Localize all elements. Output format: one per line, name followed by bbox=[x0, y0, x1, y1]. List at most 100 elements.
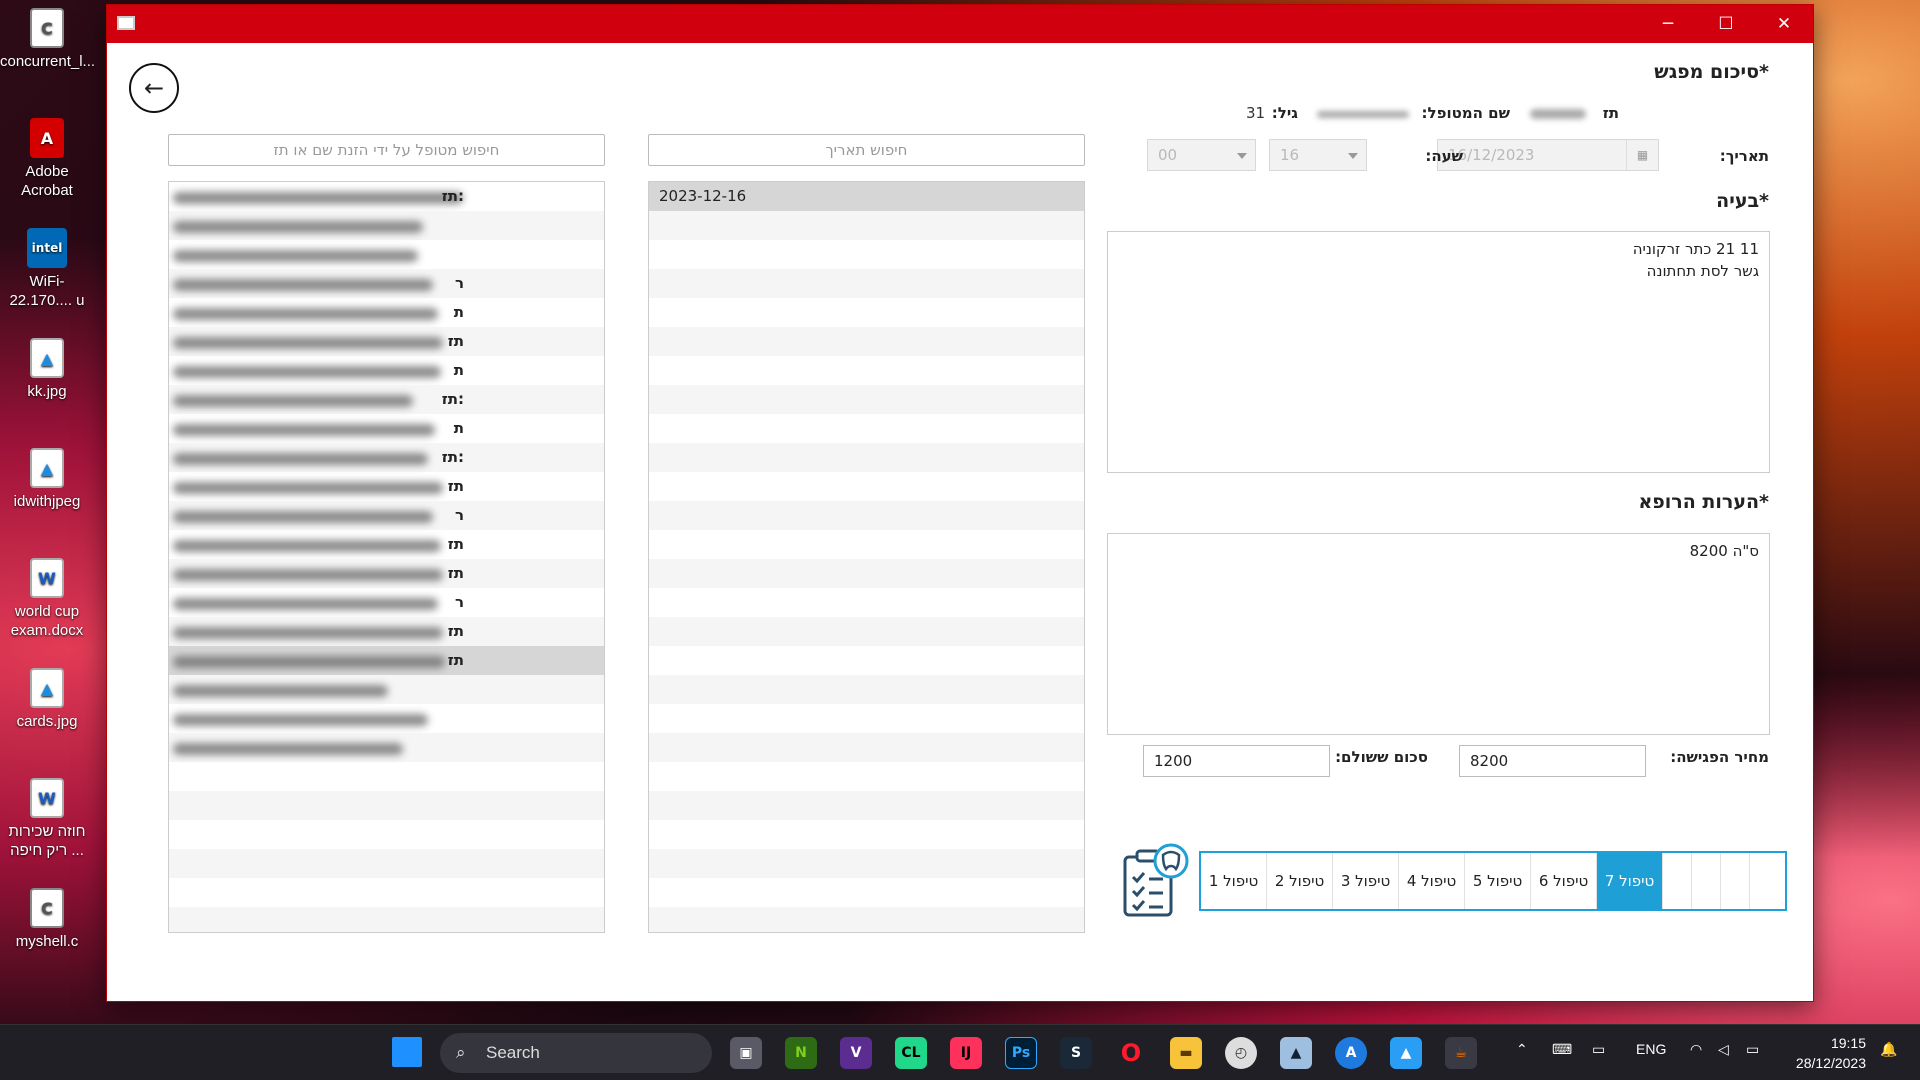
patient-row[interactable]: תז bbox=[169, 530, 604, 559]
tab-empty[interactable] bbox=[1663, 853, 1692, 909]
tab-treatment-7[interactable]: טיפול 7 bbox=[1597, 853, 1663, 909]
visual-studio-icon[interactable]: V bbox=[840, 1037, 872, 1069]
date-row[interactable] bbox=[649, 472, 1084, 501]
date-row[interactable] bbox=[649, 530, 1084, 559]
notification-bell-icon[interactable]: 🔔 bbox=[1880, 1041, 1897, 1058]
patient-search-input[interactable]: חיפוש מטופל על ידי הזנת שם או תז bbox=[168, 134, 605, 166]
date-row[interactable] bbox=[649, 849, 1084, 878]
complaint-textarea[interactable]: 11 21 כתר זרקוניה גשר לסת תחתונה bbox=[1107, 231, 1770, 473]
tab-treatment-4[interactable]: טיפול 4 bbox=[1399, 853, 1465, 909]
date-row[interactable] bbox=[649, 588, 1084, 617]
resource-monitor-icon[interactable]: ▲ bbox=[1280, 1037, 1312, 1069]
desktop-icon-idwithjpeg[interactable]: ▲ idwithjpeg bbox=[0, 448, 94, 511]
meeting-price-input[interactable]: 8200 bbox=[1459, 745, 1646, 777]
photoshop-icon[interactable]: Ps bbox=[1005, 1037, 1037, 1069]
date-list[interactable]: 2023-12-16 bbox=[648, 181, 1085, 933]
patient-row[interactable]: תז bbox=[169, 646, 604, 675]
patient-row[interactable]: ת bbox=[169, 298, 604, 327]
date-row[interactable] bbox=[649, 211, 1084, 240]
patient-row[interactable]: תז: bbox=[169, 443, 604, 472]
date-row[interactable] bbox=[649, 269, 1084, 298]
date-row[interactable] bbox=[649, 820, 1084, 849]
desktop-icon-kk[interactable]: ▲ kk.jpg bbox=[0, 338, 94, 401]
date-picker[interactable]: 16/12/2023 ▦ bbox=[1437, 139, 1659, 171]
date-search-input[interactable]: חיפוש תאריך bbox=[648, 134, 1085, 166]
file-explorer-icon[interactable]: ▬ bbox=[1170, 1037, 1202, 1069]
intellij-icon[interactable]: IJ bbox=[950, 1037, 982, 1069]
patient-row[interactable]: תז bbox=[169, 559, 604, 588]
patient-row[interactable]: תז bbox=[169, 617, 604, 646]
date-row[interactable] bbox=[649, 675, 1084, 704]
taskbar-search[interactable]: ⌕ Search bbox=[440, 1033, 712, 1073]
patient-row[interactable] bbox=[169, 907, 604, 932]
wifi-icon[interactable]: ◠ bbox=[1690, 1041, 1702, 1058]
date-row[interactable] bbox=[649, 762, 1084, 791]
calendar-icon[interactable]: ▦ bbox=[1626, 140, 1658, 170]
taskbar-clock[interactable]: 19:15 28/12/2023 bbox=[1796, 1033, 1866, 1073]
date-row[interactable] bbox=[649, 733, 1084, 762]
patient-row[interactable]: ר bbox=[169, 588, 604, 617]
steam-icon[interactable]: S bbox=[1060, 1037, 1092, 1069]
date-row[interactable] bbox=[649, 356, 1084, 385]
task-view-icon[interactable]: ▣ bbox=[730, 1037, 762, 1069]
desktop-icon-myshell[interactable]: C myshell.c bbox=[0, 888, 94, 951]
date-row[interactable] bbox=[649, 327, 1084, 356]
patient-row[interactable] bbox=[169, 675, 604, 704]
tab-empty[interactable] bbox=[1721, 853, 1750, 909]
minimize-button[interactable]: ─ bbox=[1639, 5, 1697, 43]
date-row[interactable] bbox=[649, 501, 1084, 530]
patient-row[interactable]: תז: bbox=[169, 385, 604, 414]
keyboard-icon[interactable]: ⌨ bbox=[1552, 1041, 1572, 1058]
patient-row[interactable]: ר bbox=[169, 501, 604, 530]
language-indicator[interactable]: ENG bbox=[1636, 1041, 1666, 1057]
patient-row[interactable]: ת bbox=[169, 414, 604, 443]
tab-empty[interactable] bbox=[1692, 853, 1721, 909]
date-row[interactable] bbox=[649, 298, 1084, 327]
patient-row[interactable] bbox=[169, 211, 604, 240]
battery-icon[interactable]: ▭ bbox=[1746, 1041, 1759, 1058]
tab-treatment-6[interactable]: טיפול 6 bbox=[1531, 853, 1597, 909]
tab-treatment-2[interactable]: טיפול 2 bbox=[1267, 853, 1333, 909]
maximize-button[interactable]: ☐ bbox=[1697, 5, 1755, 43]
date-row[interactable] bbox=[649, 443, 1084, 472]
patient-row[interactable]: ר bbox=[169, 269, 604, 298]
desktop-icon-wifi[interactable]: intel WiFi-22.170.... u bbox=[0, 228, 94, 310]
doctor-notes-textarea[interactable]: ס"ה 8200 bbox=[1107, 533, 1770, 735]
date-row[interactable] bbox=[649, 646, 1084, 675]
patient-row[interactable] bbox=[169, 762, 604, 791]
date-row[interactable] bbox=[649, 414, 1084, 443]
patient-row[interactable]: תז: bbox=[169, 182, 604, 211]
tab-treatment-5[interactable]: טיפול 5 bbox=[1465, 853, 1531, 909]
patient-row[interactable]: תז bbox=[169, 472, 604, 501]
title-bar[interactable]: ─ ☐ ✕ bbox=[107, 5, 1813, 43]
chevron-up-icon[interactable]: ⌃ bbox=[1516, 1041, 1528, 1058]
close-button[interactable]: ✕ bbox=[1755, 5, 1813, 43]
date-row[interactable] bbox=[649, 559, 1084, 588]
patient-list[interactable]: תז: ר ת תז ת תז: ת תז: תז ר תז תז ר תז תז bbox=[168, 181, 605, 933]
patient-row[interactable] bbox=[169, 791, 604, 820]
date-row[interactable]: 2023-12-16 bbox=[649, 182, 1084, 211]
patient-row[interactable]: ת bbox=[169, 356, 604, 385]
display-icon[interactable]: ▭ bbox=[1592, 1041, 1605, 1058]
desktop-icon-acrobat[interactable]: A Adobe Acrobat bbox=[0, 118, 94, 200]
date-row[interactable] bbox=[649, 617, 1084, 646]
java-icon[interactable]: ☕ bbox=[1445, 1037, 1477, 1069]
desktop-icon-cards[interactable]: ▲ cards.jpg bbox=[0, 668, 94, 731]
patient-row[interactable] bbox=[169, 733, 604, 762]
patient-row[interactable] bbox=[169, 240, 604, 269]
windows-start-icon[interactable] bbox=[392, 1037, 422, 1067]
tab-treatment-1[interactable]: טיפול 1 bbox=[1201, 853, 1267, 909]
tab-empty[interactable] bbox=[1750, 853, 1779, 909]
date-row[interactable] bbox=[649, 878, 1084, 907]
back-button[interactable]: ← bbox=[129, 63, 179, 113]
volume-icon[interactable]: ◁ bbox=[1718, 1041, 1729, 1058]
opera-icon[interactable]: O bbox=[1115, 1037, 1147, 1069]
date-row[interactable] bbox=[649, 907, 1084, 932]
desktop-icon-lease[interactable]: W חוזה שכירות ריק חיפה ... bbox=[0, 778, 94, 860]
patient-row[interactable] bbox=[169, 704, 604, 733]
hour-select[interactable]: 16 bbox=[1269, 139, 1367, 171]
minute-select[interactable]: 00 bbox=[1147, 139, 1256, 171]
patient-row[interactable] bbox=[169, 849, 604, 878]
desktop-icon-concurrent[interactable]: C concurrent_l... bbox=[0, 8, 95, 71]
app-store-icon[interactable]: A bbox=[1335, 1037, 1367, 1069]
